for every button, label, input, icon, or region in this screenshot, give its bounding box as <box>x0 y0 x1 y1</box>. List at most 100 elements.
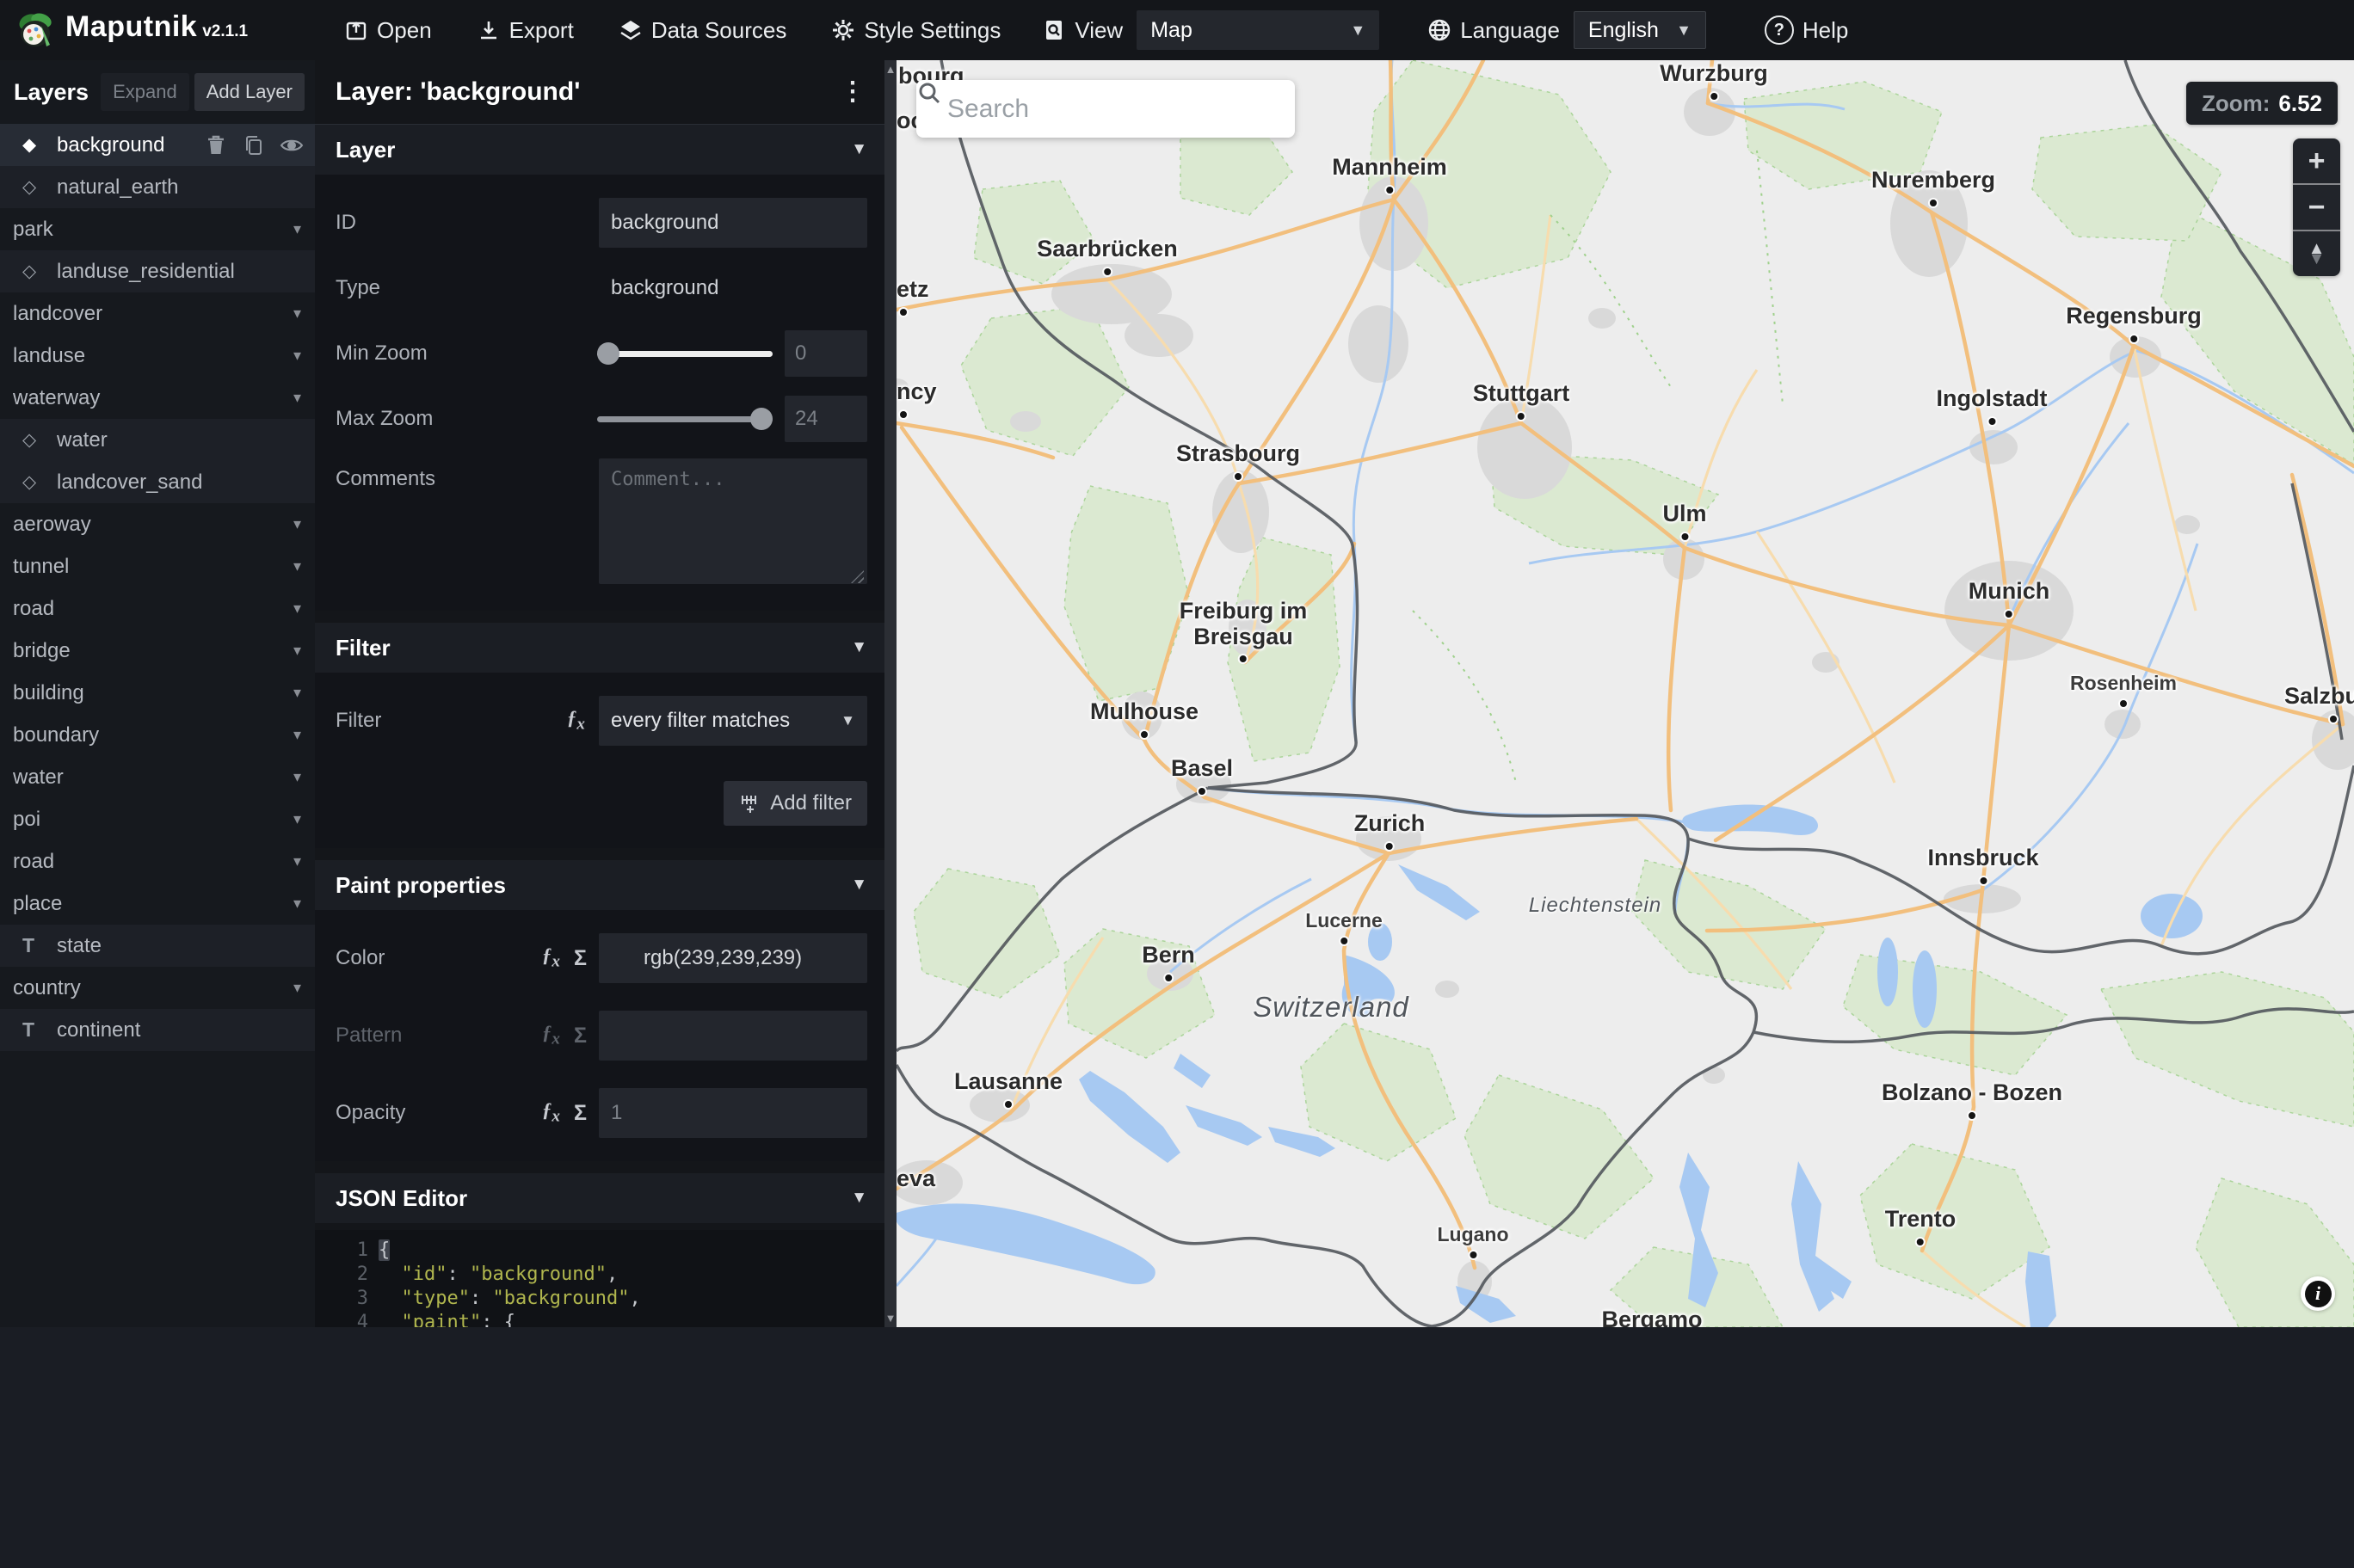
filter-combinator-select[interactable]: every filter matches ▼ <box>599 696 867 746</box>
chevron-down-icon: ▾ <box>293 600 301 617</box>
min-zoom-field[interactable] <box>785 330 867 377</box>
scroll-down-icon[interactable]: ▼ <box>885 1309 897 1327</box>
layer-list-item[interactable]: natural_earth <box>0 166 315 208</box>
section-filter[interactable]: Filter ▼ <box>315 623 897 673</box>
style-settings-button[interactable]: Style Settings <box>831 17 1001 44</box>
export-icon <box>480 22 496 40</box>
city-dot <box>1233 470 1243 482</box>
chevron-down-icon: ▾ <box>293 726 301 743</box>
layer-list-item[interactable]: place ▾ <box>0 882 315 925</box>
layer-list-item[interactable]: continent <box>0 1009 315 1051</box>
help-button[interactable]: ? Help <box>1764 15 1848 45</box>
chevron-down-icon: ▾ <box>293 979 301 996</box>
chevron-down-icon: ▾ <box>293 642 301 659</box>
layer-list-item[interactable]: landuse ▾ <box>0 335 315 377</box>
layer-list-item[interactable]: bridge ▾ <box>0 630 315 672</box>
color-field[interactable] <box>599 933 867 983</box>
gear-icon <box>833 20 854 40</box>
opacity-field[interactable] <box>599 1088 867 1138</box>
layers-title: Layers <box>14 78 89 105</box>
layer-list-item[interactable]: landcover_sand <box>0 461 315 503</box>
compass-button[interactable]: ▲ ▼ <box>2293 230 2340 276</box>
attribution-button[interactable]: i <box>2301 1276 2335 1311</box>
kebab-menu-icon[interactable]: ⋮ <box>840 79 866 105</box>
comments-field[interactable] <box>599 458 867 584</box>
layer-list-item[interactable]: water ▾ <box>0 756 315 798</box>
pattern-field[interactable] <box>599 1011 867 1061</box>
view-select[interactable]: Map ▼ <box>1137 10 1380 50</box>
city-label: Regensburg <box>2066 303 2202 344</box>
city-dot <box>1967 1110 1977 1121</box>
layer-list-item[interactable]: poi ▾ <box>0 798 315 840</box>
open-icon <box>346 22 367 40</box>
search-input[interactable] <box>946 93 1242 125</box>
layer-list-item[interactable]: state <box>0 925 315 967</box>
filter-label: Filter <box>336 709 382 732</box>
id-field[interactable] <box>599 198 867 248</box>
data-sources-button[interactable]: Data Sources <box>619 17 786 44</box>
layer-list-item[interactable]: background <box>0 124 315 166</box>
layer-list-item[interactable]: park ▾ <box>0 208 315 250</box>
min-zoom-slider[interactable] <box>597 342 773 365</box>
expand-button[interactable]: Expand <box>101 73 189 111</box>
add-layer-button[interactable]: Add Layer <box>194 73 305 111</box>
layer-list-item[interactable]: boundary ▾ <box>0 714 315 756</box>
layer-list-item[interactable]: country ▾ <box>0 967 315 1009</box>
function-icon[interactable]: ƒx <box>542 1099 560 1127</box>
pattern-label: Pattern <box>336 1024 403 1047</box>
function-icon[interactable]: ƒx <box>542 944 560 972</box>
chevron-down-icon: ▾ <box>293 389 301 406</box>
color-swatch[interactable] <box>602 938 628 978</box>
layer-list-item[interactable]: tunnel ▾ <box>0 545 315 587</box>
max-zoom-field[interactable] <box>785 396 867 442</box>
city-dot <box>1467 1250 1478 1261</box>
zoom-in-button[interactable]: + <box>2293 138 2340 183</box>
add-filter-button[interactable]: Add filter <box>724 781 867 826</box>
layer-list-item[interactable]: aeroway ▾ <box>0 503 315 545</box>
section-paint[interactable]: Paint properties ▼ <box>315 860 897 910</box>
language-select[interactable]: English ▼ <box>1573 11 1706 49</box>
section-paint-body: Color ƒx Σ Pattern ƒx Σ Opacity ƒx Σ <box>315 910 897 1161</box>
slider-thumb[interactable] <box>750 408 773 430</box>
export-button[interactable]: Export <box>477 17 574 44</box>
city-dot <box>1679 531 1690 542</box>
layer-list-item[interactable]: building ▾ <box>0 672 315 714</box>
sigma-icon[interactable]: Σ <box>574 946 587 971</box>
chevron-down-icon: ▼ <box>841 712 855 729</box>
map-viewport[interactable]: bourg oc Wurzburg Mannheim Nuremberg Saa… <box>897 60 2354 1327</box>
city-dot <box>2328 713 2339 724</box>
sigma-icon[interactable]: Σ <box>574 1101 587 1126</box>
layer-list-item[interactable]: water <box>0 419 315 461</box>
toggle-visibility-icon[interactable] <box>279 132 305 158</box>
layer-list-item[interactable]: waterway ▾ <box>0 377 315 419</box>
help-icon: ? <box>1764 15 1794 45</box>
duplicate-layer-icon[interactable] <box>241 132 267 158</box>
layer-list-item[interactable]: road ▾ <box>0 587 315 630</box>
zoom-out-button[interactable]: − <box>2293 183 2340 230</box>
max-zoom-slider[interactable] <box>597 408 773 430</box>
section-json[interactable]: JSON Editor ▼ <box>315 1173 897 1223</box>
function-icon[interactable]: ƒx <box>567 707 585 735</box>
layer-list-item[interactable]: landuse_residential <box>0 250 315 292</box>
sigma-icon: Σ <box>573 1023 587 1048</box>
layer-list: background natural_earth park <box>0 124 315 1051</box>
layer-list-item[interactable]: landcover ▾ <box>0 292 315 335</box>
add-filter-icon <box>742 796 757 813</box>
layer-list-item[interactable]: road ▾ <box>0 840 315 882</box>
delete-layer-icon[interactable] <box>203 132 229 158</box>
layer-editor-panel: ▲ ▼ Layer: 'background' ⋮ Layer ▼ ID Typ… <box>315 60 897 1327</box>
map-search[interactable] <box>916 80 1295 138</box>
slider-thumb[interactable] <box>597 342 619 365</box>
info-icon: i <box>2304 1280 2332 1307</box>
id-label: ID <box>336 211 356 234</box>
scroll-up-icon[interactable]: ▲ <box>885 60 897 78</box>
json-editor[interactable]: 1 { 2 "id": "background", 3 "type": "bac… <box>315 1230 897 1327</box>
city-label: Innsbruck <box>1927 845 2039 886</box>
chevron-down-icon: ▼ <box>851 876 867 894</box>
section-layer[interactable]: Layer ▼ <box>315 125 897 175</box>
type-label: Type <box>336 276 381 299</box>
open-button[interactable]: Open <box>344 17 432 44</box>
editor-scrollbar[interactable]: ▲ ▼ <box>884 60 897 1327</box>
city-dot <box>2129 333 2139 344</box>
chevron-down-icon: ▾ <box>293 895 301 912</box>
